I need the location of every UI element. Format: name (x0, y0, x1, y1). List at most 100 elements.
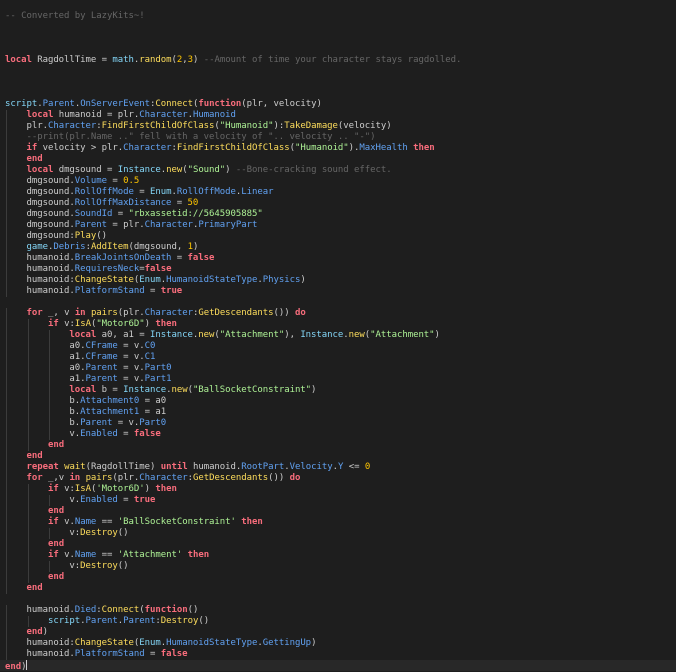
code-line[interactable]: dmgsound.RollOffMaxDistance = 50 (5, 198, 676, 209)
code-line[interactable]: -- Converted by LazyKits~! (5, 11, 676, 22)
code-area[interactable]: -- Converted by LazyKits~! local RagdollT… (0, 11, 676, 672)
code-token: v (5, 561, 75, 571)
code-token: random (139, 55, 172, 65)
code-line[interactable]: --print(plr.Name .." fell with a velocit… (5, 132, 676, 143)
code-line[interactable]: humanoid.RequiresNeck=false (5, 264, 676, 275)
code-line[interactable]: script.Parent.Parent:Destroy() (5, 616, 676, 627)
code-token: new (198, 330, 215, 340)
code-line[interactable]: for _,v in pairs(plr.Character:GetDescen… (5, 473, 676, 484)
code-line[interactable] (5, 88, 676, 99)
code-line[interactable]: end (5, 440, 676, 451)
code-line[interactable]: end (5, 583, 676, 594)
code-line[interactable]: local a0, a1 = Instance.new("Attachment"… (5, 330, 676, 341)
code-line[interactable]: humanoid.PlatformStand = false (5, 649, 676, 660)
code-line[interactable]: humanoid:ChangeState(Enum.HumanoidStateT… (5, 275, 676, 286)
code-line[interactable]: if v:IsA("Motor6D") then (5, 319, 676, 330)
code-token: a1 (155, 407, 167, 417)
code-line[interactable]: local humanoid = plr.Character.Humanoid (5, 110, 676, 121)
code-token: <= (343, 462, 365, 472)
code-line[interactable]: if v.Name == 'Attachment' then (5, 550, 676, 561)
code-line[interactable]: dmgsound.Volume = 0.5 (5, 176, 676, 187)
code-line[interactable]: end (5, 572, 676, 583)
code-line[interactable] (5, 33, 676, 44)
code-line[interactable]: dmgsound.RollOffMode = Enum.RollOffMode.… (5, 187, 676, 198)
code-line[interactable]: v.Enabled = true (5, 495, 676, 506)
code-token: humanoid (187, 462, 236, 472)
code-line[interactable]: local RagdollTime = math.random(2,3) --A… (5, 55, 676, 66)
code-line[interactable]: end (5, 539, 676, 550)
code-token: = (144, 649, 161, 659)
code-token: Character (139, 473, 188, 483)
code-token: PlatformStand (74, 649, 145, 659)
code-line[interactable]: if v:IsA('Motor6D') then (5, 484, 676, 495)
code-line[interactable]: b.Attachment0 = a0 (5, 396, 676, 407)
indent-guide (49, 341, 51, 352)
code-token: = (112, 209, 129, 219)
indent-guide (6, 330, 7, 341)
code-line[interactable]: local dmgsound = Instance.new("Sound") -… (5, 165, 676, 176)
indent-guide (27, 330, 29, 341)
code-line[interactable]: a1.Parent = v.Part1 (5, 374, 676, 385)
code-token: Destroy (80, 528, 118, 538)
code-line[interactable]: humanoid:ChangeState(Enum.HumanoidStateT… (5, 638, 676, 649)
code-line-current[interactable]: end) (0, 660, 676, 672)
code-line[interactable] (5, 594, 676, 605)
code-line[interactable]: v.Enabled = false (5, 429, 676, 440)
code-line[interactable]: dmgsound:Play() (5, 231, 676, 242)
code-token: a1 (5, 374, 81, 384)
indent-guide (27, 418, 29, 429)
indent-guide (6, 561, 7, 572)
code-line[interactable]: if velocity > plr.Character:FindFirstChi… (5, 143, 676, 154)
code-token: Part1 (144, 374, 172, 384)
code-line[interactable]: humanoid.BreakJointsOnDeath = false (5, 253, 676, 264)
code-line[interactable]: humanoid.PlatformStand = true (5, 286, 676, 297)
code-line[interactable] (5, 22, 676, 33)
indent-guide (6, 638, 7, 649)
code-token: Parent (123, 616, 156, 626)
code-token: local (26, 110, 54, 120)
code-line[interactable]: dmgsound.SoundId = "rbxassetid://5645905… (5, 209, 676, 220)
code-token: game (26, 242, 48, 252)
code-token: Died (74, 605, 97, 615)
code-line[interactable] (5, 297, 676, 308)
code-line[interactable]: plr.Character:FindFirstChildOfClass("Hum… (5, 121, 676, 132)
code-token: = (112, 418, 129, 428)
code-token: then (187, 550, 210, 560)
code-line[interactable]: b.Parent = v.Part0 (5, 418, 676, 429)
code-line[interactable]: a0.Parent = v.Part0 (5, 363, 676, 374)
code-line[interactable]: if v.Name == 'BallSocketConstraint' then (5, 517, 676, 528)
code-line[interactable] (5, 44, 676, 55)
code-token: _, v (42, 308, 75, 318)
code-line[interactable]: v:Destroy() (5, 561, 676, 572)
code-token: new (166, 165, 183, 175)
code-line[interactable]: repeat wait(RagdollTime) until humanoid.… (5, 462, 676, 473)
code-line[interactable]: v:Destroy() (5, 528, 676, 539)
code-line[interactable]: end (5, 154, 676, 165)
code-token: RagdollTime (31, 55, 102, 65)
code-line[interactable]: end) (5, 627, 676, 638)
code-line[interactable]: a0.CFrame = v.C0 (5, 341, 676, 352)
code-token: _,v (42, 473, 70, 483)
code-token: function (198, 99, 242, 109)
code-line[interactable]: local b = Instance.new("BallSocketConstr… (5, 385, 676, 396)
code-line[interactable]: end (5, 506, 676, 517)
code-line[interactable]: for _, v in pairs(plr.Character:GetDesce… (5, 308, 676, 319)
code-line[interactable]: end (5, 451, 676, 462)
code-editor[interactable]: -- Converted by LazyKits~! local RagdollT… (0, 0, 676, 672)
code-line[interactable]: a1.CFrame = v.C1 (5, 352, 676, 363)
code-token: pairs (90, 308, 118, 318)
code-line[interactable]: game.Debris:AddItem(dmgsound, 1) (5, 242, 676, 253)
code-line[interactable]: script.Parent.OnServerEvent:Connect(func… (5, 99, 676, 110)
code-line[interactable]: b.Attachment1 = a1 (5, 407, 676, 418)
code-line[interactable] (5, 77, 676, 88)
code-line[interactable] (5, 66, 676, 77)
code-line[interactable]: humanoid.Died:Connect(function() (5, 605, 676, 616)
code-line[interactable]: dmgsound.Parent = plr.Character.PrimaryP… (5, 220, 676, 231)
indent-guide (27, 539, 29, 550)
